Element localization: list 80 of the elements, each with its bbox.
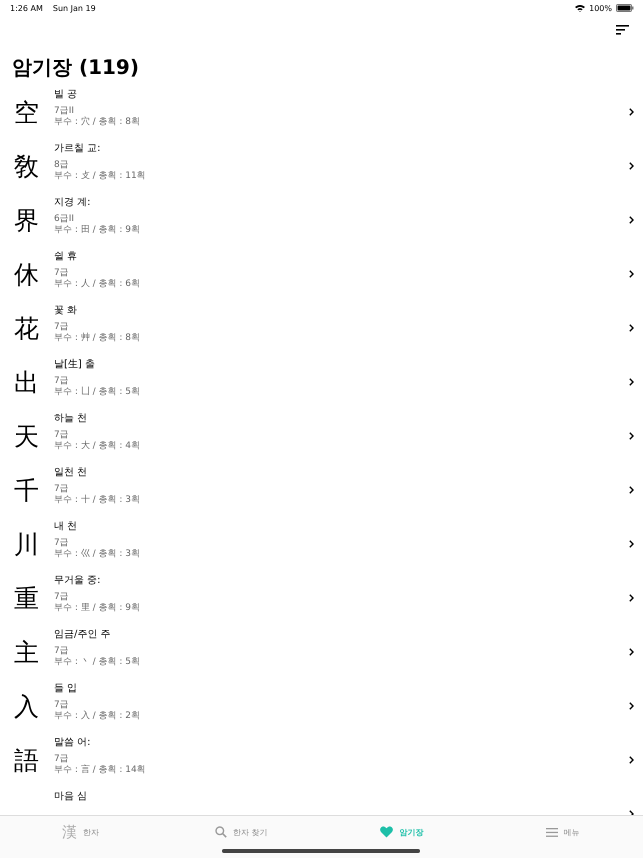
hanja-grade: 7급 <box>54 646 70 657</box>
page-title: 암기장 (119) <box>11 54 140 81</box>
hanja-grade: 7급 <box>54 538 70 549</box>
hanja-character: 出 <box>14 370 40 394</box>
hanja-row[interactable]: 休 쉴 휴 7급 부수 : 人 / 총획 : 6획 <box>0 247 643 301</box>
hanja-meaning: 들 입 <box>54 682 78 696</box>
hanja-grade: 7급 <box>54 322 70 333</box>
hanja-character: 界 <box>14 208 40 232</box>
hanja-row[interactable]: 語 말씀 어: 7급 부수 : 言 / 총획 : 14획 <box>0 733 643 787</box>
hanja-meaning: 말씀 어: <box>54 736 92 750</box>
hanja-grade: 7급 <box>54 376 70 387</box>
hanja-info: 부수 : 穴 / 총획 : 8획 <box>54 117 141 128</box>
tab-button[interactable]: 메뉴 <box>482 816 643 848</box>
hanja-info: 부수 : 巛 / 총획 : 3획 <box>54 549 141 560</box>
hanja-row[interactable]: 天 하늘 천 7급 부수 : 大 / 총획 : 4획 <box>0 409 643 463</box>
hanja-grade: 7급 <box>54 430 70 441</box>
hanja-icon: 漢 <box>62 822 77 842</box>
hanja-meaning: 가르칠 교: <box>54 142 102 156</box>
hanja-character: 天 <box>14 424 40 448</box>
hanja-info: 부수 : 田 / 총획 : 9획 <box>54 225 141 236</box>
hanja-row[interactable]: 空 빌 공 7급II 부수 : 穴 / 총획 : 8획 <box>0 85 643 139</box>
battery-percent: 100% <box>589 4 612 12</box>
hanja-character: 空 <box>14 100 40 124</box>
hanja-info: 부수 : 丶 / 총획 : 5획 <box>54 657 141 668</box>
hanja-grade: 6급II <box>54 214 76 225</box>
hanja-row[interactable]: 花 꽃 화 7급 부수 : 艸 / 총획 : 8획 <box>0 301 643 355</box>
hanja-character: 千 <box>14 478 40 502</box>
hanja-character: 花 <box>14 316 40 340</box>
hanja-info: 부수 : 攴 / 총획 : 11획 <box>54 171 147 182</box>
hanja-info: 부수 : 人 / 총획 : 6획 <box>54 279 141 290</box>
hanja-character: 敎 <box>14 154 40 178</box>
hanja-grade: 7급 <box>54 700 70 711</box>
tab-button[interactable]: 漢 한자 <box>0 816 161 848</box>
hanja-info: 부수 : 十 / 총획 : 3획 <box>54 495 141 506</box>
hanja-character: 川 <box>14 532 40 556</box>
hanja-character: 重 <box>14 586 40 610</box>
hanja-info: 부수 : 凵 / 총획 : 5획 <box>54 387 141 398</box>
menu-icon <box>546 828 558 836</box>
heart-icon <box>380 826 394 838</box>
hanja-meaning: 마음 심 <box>54 790 88 804</box>
hanja-meaning: 일천 천 <box>54 466 88 480</box>
hanja-row[interactable]: 千 일천 천 7급 부수 : 十 / 총획 : 3획 <box>0 463 643 517</box>
tab-button[interactable]: 한자 찾기 <box>160 816 322 848</box>
hanja-row[interactable]: 敎 가르칠 교: 8급 부수 : 攴 / 총획 : 11획 <box>0 139 643 193</box>
hanja-grade: 7급 <box>54 754 70 765</box>
hanja-grade: 7급II <box>54 106 76 117</box>
status-date: Sun Jan 19 <box>52 4 96 12</box>
hanja-info: 부수 : 大 / 총획 : 4획 <box>54 441 141 452</box>
hanja-info: 부수 : 艸 / 총획 : 8획 <box>54 333 141 344</box>
hanja-row[interactable]: 出 날[生] 출 7급 부수 : 凵 / 총획 : 5획 <box>0 355 643 409</box>
hanja-meaning: 쉴 휴 <box>54 250 78 264</box>
hanja-grade: 8급 <box>54 160 70 171</box>
hanja-info: 부수 : 里 / 총획 : 9획 <box>54 603 141 614</box>
hanja-meaning: 하늘 천 <box>54 412 88 426</box>
hanja-meaning: 무거울 중: <box>54 574 102 588</box>
status-time: 1:26 AM <box>10 4 43 12</box>
battery-icon <box>616 4 634 12</box>
hanja-character: 休 <box>14 262 40 286</box>
hanja-meaning: 날[生] 출 <box>54 358 96 372</box>
hanja-meaning: 내 천 <box>54 520 78 534</box>
sort-icon[interactable] <box>616 25 629 35</box>
hanja-grade: 7급 <box>54 268 70 279</box>
hanja-meaning: 빌 공 <box>54 88 78 102</box>
hanja-row[interactable]: 重 무거울 중: 7급 부수 : 里 / 총획 : 9획 <box>0 571 643 625</box>
search-icon <box>214 826 227 838</box>
hanja-meaning: 지경 계: <box>54 196 92 210</box>
hanja-meaning: 임금/주인 주 <box>54 628 112 642</box>
hanja-row[interactable]: 界 지경 계: 6급II 부수 : 田 / 총획 : 9획 <box>0 193 643 247</box>
hanja-info: 부수 : 言 / 총획 : 14획 <box>54 765 147 776</box>
hanja-meaning: 꽃 화 <box>54 304 78 318</box>
hanja-row[interactable]: 入 들 입 7급 부수 : 入 / 총획 : 2획 <box>0 679 643 733</box>
hanja-character: 入 <box>14 694 40 718</box>
hanja-grade: 7급 <box>54 592 70 603</box>
hanja-character: 主 <box>14 640 40 664</box>
hanja-grade: 7급 <box>54 484 70 495</box>
hanja-row[interactable]: 主 임금/주인 주 7급 부수 : 丶 / 총획 : 5획 <box>0 625 643 679</box>
wifi-icon <box>575 4 586 12</box>
hanja-info: 부수 : 入 / 총획 : 2획 <box>54 711 141 722</box>
hanja-row[interactable]: 川 내 천 7급 부수 : 巛 / 총획 : 3획 <box>0 517 643 571</box>
hanja-character: 語 <box>14 748 40 772</box>
